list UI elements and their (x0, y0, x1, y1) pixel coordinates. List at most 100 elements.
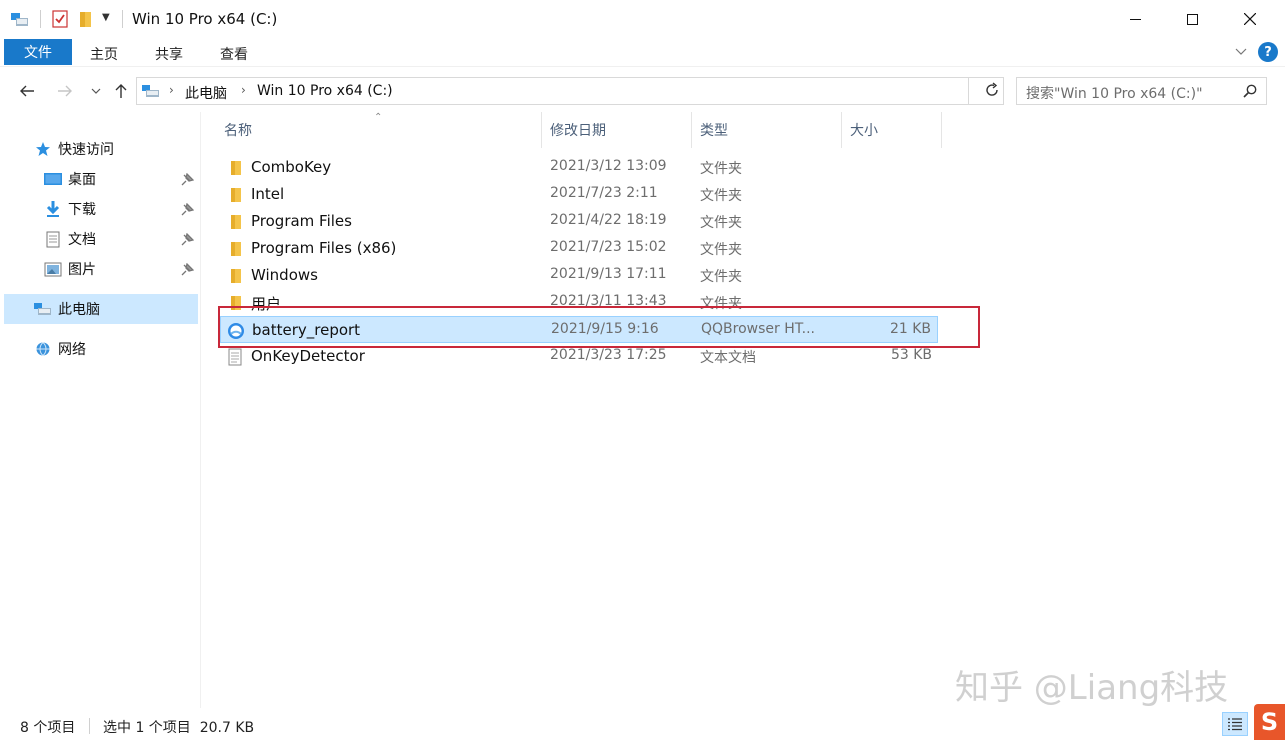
sidebar-item-desktop[interactable]: 桌面 (44, 164, 194, 194)
file-size: 53 KB (890, 347, 932, 363)
minimize-button[interactable] (1107, 0, 1163, 38)
file-row[interactable]: Windows 2021/9/13 17:11 文件夹 (220, 262, 938, 289)
pin-icon[interactable] (180, 202, 195, 217)
annotation-highlight-box (218, 306, 980, 348)
file-name: Windows (251, 266, 318, 284)
file-date: 2021/3/12 13:09 (550, 158, 667, 174)
sidebar-item-label: 图片 (68, 262, 96, 278)
refresh-button[interactable] (983, 81, 1001, 103)
download-icon (44, 200, 62, 218)
file-row[interactable]: ComboKey 2021/3/12 13:09 文件夹 (220, 154, 938, 181)
pin-icon[interactable] (180, 232, 195, 247)
tab-share[interactable]: 共享 (155, 44, 183, 64)
search-placeholder: 搜索"Win 10 Pro x64 (C:)" (1026, 86, 1203, 102)
column-header-size[interactable]: 大小 (850, 112, 940, 148)
back-button[interactable] (17, 81, 37, 101)
column-header-type[interactable]: 类型 (700, 112, 840, 148)
document-icon (44, 230, 62, 248)
title-divider (122, 10, 123, 28)
details-view-button[interactable] (1222, 712, 1248, 736)
column-divider[interactable] (541, 112, 542, 148)
tab-view[interactable]: 查看 (220, 44, 248, 64)
maximize-icon (1186, 13, 1198, 25)
chevron-down-icon (91, 88, 101, 94)
column-header-name[interactable]: 名称 (224, 112, 540, 148)
file-type: 文件夹 (700, 215, 742, 231)
file-type: 文件夹 (700, 269, 742, 285)
file-list: ⌃ 名称 修改日期 类型 大小 ComboKey 2021/3/12 13:09… (202, 112, 1285, 708)
column-divider[interactable] (941, 112, 942, 148)
pin-icon[interactable] (180, 172, 195, 187)
minimize-icon (1129, 18, 1141, 20)
sidebar-item-network[interactable]: 网络 (34, 334, 86, 364)
file-row[interactable]: Program Files 2021/4/22 18:19 文件夹 (220, 208, 938, 235)
search-input[interactable]: 搜索"Win 10 Pro x64 (C:)" (1016, 77, 1267, 105)
folder-icon (226, 213, 244, 231)
expand-ribbon-button[interactable] (1234, 44, 1248, 62)
tab-file[interactable]: 文件 (4, 39, 72, 65)
sidebar-item-pictures[interactable]: 图片 (44, 254, 194, 284)
item-count: 8 个项目 (20, 720, 76, 736)
column-header-label: 大小 (850, 123, 878, 139)
file-type: 文本文档 (700, 350, 756, 366)
navigation-bar: › 此电脑 › Win 10 Pro x64 (C:) 搜索"Win 10 Pr… (0, 66, 1285, 112)
address-bar[interactable]: › 此电脑 › Win 10 Pro x64 (C:) (136, 77, 1111, 105)
ribbon-tabs: 文件 主页 共享 查看 ? (0, 38, 1285, 66)
breadcrumb-this-pc[interactable]: 此电脑 (185, 83, 227, 103)
refresh-icon (986, 82, 998, 96)
file-date: 2021/3/23 17:25 (550, 347, 667, 363)
folder-icon (226, 159, 244, 177)
sidebar-item-downloads[interactable]: 下载 (44, 194, 194, 224)
chevron-down-icon (1235, 48, 1247, 55)
sidebar-item-label: 网络 (58, 342, 86, 358)
properties-icon[interactable] (52, 10, 68, 32)
file-row[interactable]: Program Files (x86) 2021/7/23 15:02 文件夹 (220, 235, 938, 262)
explorer-app-icon[interactable] (10, 10, 30, 32)
column-header-date[interactable]: 修改日期 (550, 112, 690, 148)
sidebar-item-label: 下载 (68, 202, 96, 218)
file-row[interactable]: Intel 2021/7/23 2:11 文件夹 (220, 181, 938, 208)
close-icon (1244, 13, 1256, 25)
star-icon (34, 140, 52, 158)
sidebar-item-quick-access[interactable]: 快速访问 (34, 134, 114, 164)
sidebar-item-this-pc[interactable]: 此电脑 (4, 294, 198, 324)
close-button[interactable] (1222, 0, 1278, 38)
tab-home[interactable]: 主页 (90, 44, 118, 64)
column-header-label: 类型 (700, 123, 728, 139)
this-pc-icon (34, 300, 52, 318)
column-header-label: 名称 (224, 123, 252, 139)
up-button[interactable] (111, 81, 131, 101)
pictures-icon (44, 260, 62, 278)
search-icon[interactable] (1243, 84, 1257, 102)
arrow-left-icon (20, 85, 34, 97)
folder-icon (226, 267, 244, 285)
desktop-icon (44, 170, 62, 188)
sidebar-item-label: 此电脑 (58, 302, 100, 318)
breadcrumb-drive[interactable]: Win 10 Pro x64 (C:) (257, 83, 393, 99)
navigation-pane: 快速访问 桌面 下载 文档 图片 此电脑 网络 (0, 112, 201, 708)
file-name: Program Files (251, 212, 352, 230)
recent-locations-button[interactable] (86, 81, 106, 101)
sidebar-item-label: 桌面 (68, 172, 96, 188)
file-date: 2021/7/23 2:11 (550, 185, 658, 201)
sidebar-item-documents[interactable]: 文档 (44, 224, 194, 254)
column-divider[interactable] (841, 112, 842, 148)
window-title: Win 10 Pro x64 (C:) (132, 10, 278, 28)
pin-icon[interactable] (180, 262, 195, 277)
maximize-button[interactable] (1164, 0, 1220, 38)
column-divider[interactable] (691, 112, 692, 148)
file-name: OnKeyDetector (251, 347, 365, 365)
file-date: 2021/7/23 15:02 (550, 239, 667, 255)
details-view-icon (1228, 718, 1242, 731)
breadcrumb-separator: › (169, 83, 174, 97)
breadcrumb-separator: › (241, 83, 246, 97)
network-icon (34, 340, 52, 358)
forward-button[interactable] (55, 81, 75, 101)
status-bar: 8 个项目 选中 1 个项目 20.7 KB (0, 708, 1285, 740)
help-button[interactable]: ? (1258, 42, 1278, 62)
title-bar: ▼ Win 10 Pro x64 (C:) (0, 0, 1285, 38)
ime-logo-icon[interactable]: S (1254, 704, 1285, 740)
new-folder-icon[interactable] (78, 10, 94, 32)
sidebar-item-label: 快速访问 (58, 142, 114, 158)
customize-toolbar-dropdown[interactable]: ▼ (102, 12, 110, 23)
